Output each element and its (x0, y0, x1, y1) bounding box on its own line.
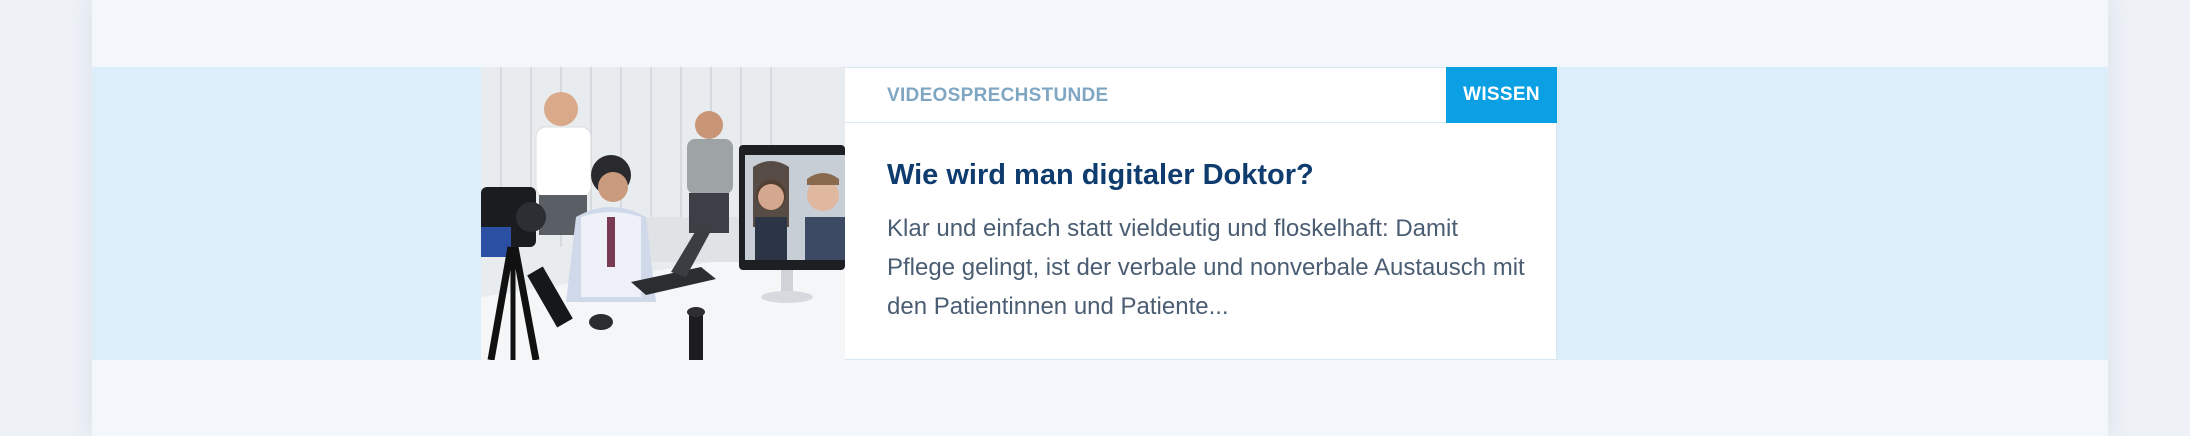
teaser-image[interactable] (481, 67, 845, 360)
category-label: VIDEOSPRECHSTUNDE (887, 85, 1109, 106)
teaser-description: Klar und einfach statt vieldeutig und fl… (887, 215, 1525, 320)
teaser-content: VIDEOSPRECHSTUNDE WISSEN Wie wird man di… (845, 67, 1557, 359)
teaser-band: VIDEOSPRECHSTUNDE WISSEN Wie wird man di… (92, 67, 2108, 360)
page-container: VIDEOSPRECHSTUNDE WISSEN Wie wird man di… (92, 0, 2108, 436)
wissen-tag[interactable]: WISSEN (1446, 67, 1557, 123)
teaser-title[interactable]: Wie wird man digitaler Doktor? (887, 159, 1314, 192)
teaser-card[interactable]: VIDEOSPRECHSTUNDE WISSEN Wie wird man di… (481, 67, 1557, 360)
